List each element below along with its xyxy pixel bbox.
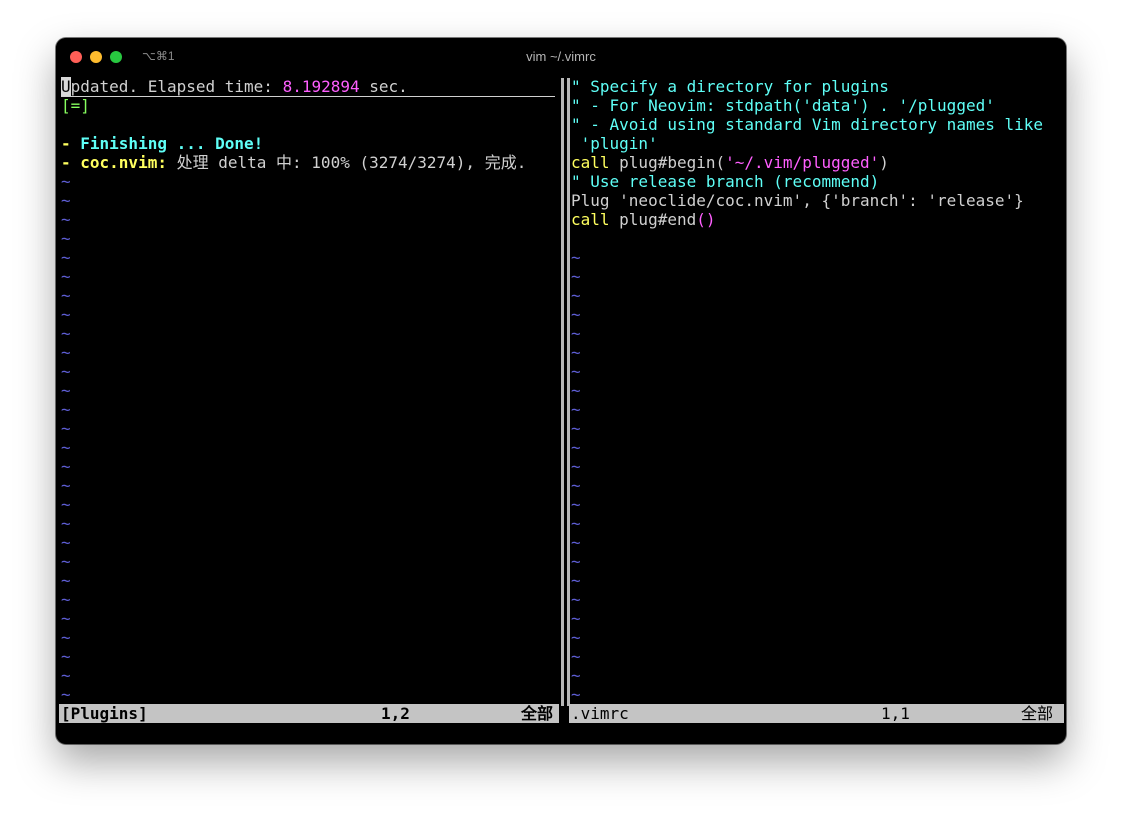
plugin-status-text: 处理 delta 中: 100% (3274/3274), 完成. <box>166 153 527 172</box>
code-line-begin: call plug#begin('~/.vim/plugged') <box>571 153 889 172</box>
parens: () <box>696 210 716 229</box>
empty-line-tilde: ~ <box>571 495 581 514</box>
title-bar: ⌥⌘1 vim ~/.vimrc <box>56 38 1066 76</box>
empty-line-tilde: ~ <box>571 343 581 362</box>
empty-line-tilde: ~ <box>61 666 71 685</box>
scroll-indicator: 全部 <box>1021 704 1054 723</box>
buffer-name: .vimrc <box>571 704 629 723</box>
empty-line-tilde: ~ <box>571 666 581 685</box>
update-summary-line: Updated. Elapsed time: 8.192894 sec. <box>61 77 555 97</box>
empty-line-tilde: ~ <box>61 514 71 533</box>
empty-line-tilde: ~ <box>571 400 581 419</box>
empty-line-tilde: ~ <box>61 324 71 343</box>
list-dash: - <box>61 153 81 172</box>
empty-line-tilde: ~ <box>571 552 581 571</box>
empty-line-tilde: ~ <box>61 286 71 305</box>
empty-line-tilde: ~ <box>61 229 71 248</box>
empty-line-tilde: ~ <box>571 362 581 381</box>
empty-line-tilde: ~ <box>61 476 71 495</box>
empty-line-tilde: ~ <box>61 248 71 267</box>
status-line-left[interactable]: [Plugins] 1,2 全部 <box>59 704 559 723</box>
buffer-name: [Plugins] <box>61 704 148 723</box>
empty-line-tilde: ~ <box>61 267 71 286</box>
vertical-split-divider[interactable] <box>561 78 571 706</box>
cursor-position: 1,2 <box>381 704 410 723</box>
list-dash: - <box>61 134 81 153</box>
scroll-indicator: 全部 <box>521 704 554 723</box>
comment-line: " Use release branch (recommend) <box>571 172 880 191</box>
empty-line-tilde: ~ <box>571 286 581 305</box>
empty-line-tilde: ~ <box>61 438 71 457</box>
empty-line-tilde: ~ <box>61 628 71 647</box>
comment-line-wrap: 'plugin' <box>571 134 658 153</box>
empty-line-tilde: ~ <box>61 495 71 514</box>
empty-line-tilde: ~ <box>61 533 71 552</box>
empty-line-tilde: ~ <box>571 381 581 400</box>
empty-line-tilde: ~ <box>61 381 71 400</box>
empty-line-tilde: ~ <box>571 685 581 704</box>
empty-line-tilde: ~ <box>61 343 71 362</box>
empty-line-tilde: ~ <box>571 476 581 495</box>
comment-line: " - Avoid using standard Vim directory n… <box>571 115 1044 134</box>
progress-bar: [=] <box>61 96 90 115</box>
terminal-window: ⌥⌘1 vim ~/.vimrc Updated. Elapsed time: … <box>56 38 1066 744</box>
function-name: plug#begin( <box>609 153 726 172</box>
empty-line-tilde: ~ <box>571 628 581 647</box>
empty-line-tilde: ~ <box>61 400 71 419</box>
empty-line-tilde: ~ <box>571 419 581 438</box>
finishing-line: - Finishing ... Done! <box>61 134 263 153</box>
empty-line-tilde: ~ <box>571 438 581 457</box>
empty-line-tilde: ~ <box>571 514 581 533</box>
elapsed-value: 8.192894 <box>282 77 360 96</box>
empty-line-tilde: ~ <box>571 267 581 286</box>
elapsed-unit: sec. <box>359 77 408 96</box>
text-cursor: U <box>61 77 71 96</box>
empty-line-tilde: ~ <box>61 685 71 704</box>
empty-line-tilde: ~ <box>61 210 71 229</box>
empty-line-tilde: ~ <box>571 305 581 324</box>
empty-line-tilde: ~ <box>571 571 581 590</box>
vimrc-pane[interactable]: " Specify a directory for plugins " - Fo… <box>571 76 1066 706</box>
close-paren: ) <box>879 153 889 172</box>
terminal-content[interactable]: Updated. Elapsed time: 8.192894 sec. [=]… <box>56 76 1066 744</box>
elapsed-label: pdated. Elapsed time: <box>70 77 283 96</box>
empty-line-tilde: ~ <box>61 457 71 476</box>
empty-line-tilde: ~ <box>61 552 71 571</box>
empty-line-tilde: ~ <box>61 647 71 666</box>
empty-line-tilde: ~ <box>61 305 71 324</box>
empty-line-tilde: ~ <box>61 590 71 609</box>
keyword-call: call <box>571 210 610 229</box>
empty-line-tilde: ~ <box>571 457 581 476</box>
empty-line-tilde: ~ <box>571 590 581 609</box>
cursor-position: 1,1 <box>881 704 910 723</box>
code-line-plug: Plug 'neoclide/coc.nvim', {'branch': 're… <box>571 191 1024 210</box>
status-line-right[interactable]: .vimrc 1,1 全部 <box>569 704 1064 723</box>
comment-line: " Specify a directory for plugins <box>571 77 889 96</box>
empty-line-tilde: ~ <box>571 647 581 666</box>
keyword-call: call <box>571 153 610 172</box>
window-title: vim ~/.vimrc <box>526 49 596 64</box>
comment-line: " - For Neovim: stdpath('data') . '/plug… <box>571 96 995 115</box>
empty-line-tilde: ~ <box>571 248 581 267</box>
function-name: plug#end <box>609 210 697 229</box>
empty-line-tilde: ~ <box>61 172 71 191</box>
empty-line-tilde: ~ <box>571 609 581 628</box>
code-line-end: call plug#end() <box>571 210 716 229</box>
plugins-pane[interactable]: Updated. Elapsed time: 8.192894 sec. [=]… <box>61 76 560 706</box>
empty-line-tilde: ~ <box>61 191 71 210</box>
empty-line-tilde: ~ <box>61 419 71 438</box>
plugin-name: coc.nvim: <box>80 153 167 172</box>
finishing-text: Finishing ... Done! <box>80 134 264 153</box>
empty-line-tilde: ~ <box>571 533 581 552</box>
string-literal: '~/.vim/plugged' <box>725 153 880 172</box>
empty-line-tilde: ~ <box>61 571 71 590</box>
empty-line-tilde: ~ <box>61 362 71 381</box>
empty-line-tilde: ~ <box>571 324 581 343</box>
plugin-status-line: - coc.nvim: 处理 delta 中: 100% (3274/3274)… <box>61 153 526 172</box>
empty-line-tilde: ~ <box>61 609 71 628</box>
